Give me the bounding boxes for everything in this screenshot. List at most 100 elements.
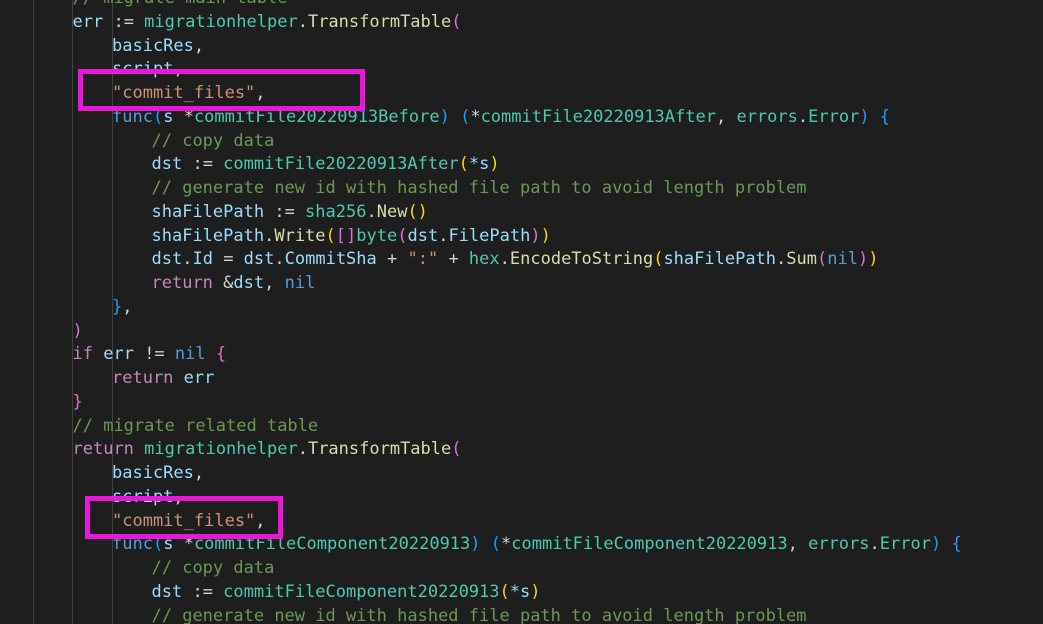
code-line[interactable]: // generate new id with hashed file path…	[152, 604, 807, 624]
code-token: ()	[407, 201, 428, 222]
code-token: )	[530, 225, 541, 246]
code-token: *s	[509, 581, 531, 602]
code-token: ":"	[407, 249, 439, 270]
code-token: {	[215, 344, 227, 365]
code-token: &	[212, 273, 234, 293]
code-token: (	[325, 225, 336, 246]
code-token: *	[501, 534, 512, 555]
code-token: .	[297, 439, 308, 460]
code-token: (	[499, 581, 510, 602]
code-token: .	[776, 249, 787, 270]
code-token: hex	[468, 249, 500, 270]
code-line[interactable]: // migrate related table	[73, 414, 319, 438]
code-token: // copy data	[151, 130, 275, 151]
code-line[interactable]: return &dst, nil	[152, 271, 316, 295]
code-token: migrationhelper	[144, 11, 298, 32]
code-token: sha256	[305, 201, 367, 222]
code-token: )	[489, 154, 500, 175]
code-line[interactable]: return migrationhelper.TransformTable(	[73, 437, 462, 461]
code-token: .	[297, 11, 308, 32]
code-line[interactable]: basicRes,	[112, 34, 204, 58]
code-token: EncodeToString	[509, 249, 654, 270]
code-token: :=	[182, 581, 224, 602]
highlight-box-commit-files-2	[85, 496, 283, 539]
code-token: errors	[808, 534, 870, 555]
code-token: (	[653, 249, 664, 270]
code-line[interactable]: err := migrationhelper.TransformTable(	[73, 10, 462, 34]
code-line[interactable]: // copy data	[152, 129, 275, 153]
code-token: ,	[193, 463, 205, 483]
code-token: )	[439, 106, 461, 127]
code-token: return	[112, 368, 174, 388]
code-token: .	[264, 225, 275, 246]
code-token: New	[376, 201, 408, 222]
code-token: []	[335, 225, 357, 246]
code-line[interactable]: dst := commitFile20220913After(*s)	[152, 152, 500, 176]
code-token: .	[438, 225, 449, 246]
code-token: ,	[122, 296, 133, 317]
code-token: dst	[151, 581, 183, 602]
code-token: Sum	[786, 249, 817, 270]
code-token: commitFile20220913After	[223, 154, 459, 175]
code-token: // generate new id with hashed file path…	[151, 605, 807, 624]
code-token: dst	[151, 154, 183, 175]
indent-guide	[72, 0, 73, 624]
code-token: // migrate related table	[72, 415, 319, 436]
code-token: )	[857, 249, 869, 270]
code-token: .	[499, 249, 510, 270]
code-line[interactable]: basicRes,	[112, 461, 204, 485]
code-token: :=	[182, 154, 224, 175]
code-token: )	[470, 534, 491, 555]
code-token: ,	[715, 106, 737, 127]
code-token: dst	[233, 273, 265, 293]
code-token: (	[397, 225, 408, 246]
code-line[interactable]: dst := commitFileComponent20220913(*s)	[152, 580, 541, 604]
code-token: .	[182, 249, 193, 270]
code-line[interactable]: },	[112, 295, 133, 319]
code-token: (	[458, 154, 469, 175]
code-token: errors	[736, 106, 798, 127]
code-token: }	[112, 296, 123, 317]
code-token: Write	[274, 225, 326, 246]
code-line[interactable]: shaFilePath := sha256.New()	[152, 200, 428, 224]
code-token: nil	[284, 273, 316, 293]
code-token: TransformTable	[307, 439, 452, 460]
code-line[interactable]: // migrate main table	[73, 0, 288, 10]
code-line[interactable]: // generate new id with hashed file path…	[152, 176, 807, 200]
code-token: {	[951, 534, 962, 555]
code-token: // generate new id with hashed file path…	[151, 178, 807, 198]
code-token: .	[274, 249, 285, 270]
code-token: shaFilePath	[663, 249, 777, 270]
code-line[interactable]: shaFilePath.Write([]byte(dst.FilePath))	[152, 224, 551, 248]
code-line[interactable]: }	[73, 390, 83, 414]
code-token: .	[366, 201, 377, 222]
code-line[interactable]: // copy data	[152, 556, 275, 580]
code-token: TransformTable	[307, 11, 452, 32]
code-token: )	[930, 534, 952, 555]
code-line[interactable]: return err	[112, 366, 214, 390]
code-token: err	[183, 368, 215, 388]
code-token: +	[438, 249, 469, 270]
code-token: dst	[243, 249, 275, 270]
code-token: )	[72, 320, 83, 341]
code-token: // copy data	[151, 558, 275, 578]
code-line[interactable]: if err != nil {	[73, 342, 227, 366]
code-token: FilePath	[448, 225, 531, 246]
code-token: (	[451, 439, 462, 460]
code-token: ,	[264, 273, 285, 293]
code-token: err	[72, 11, 104, 32]
code-editor[interactable]: // migrate main table err := migrationhel…	[0, 0, 1043, 624]
code-token: Error	[808, 106, 860, 127]
code-token: commitFile20220913After	[480, 106, 716, 127]
code-line[interactable]: )	[73, 319, 83, 343]
code-token: (	[460, 106, 471, 127]
code-line[interactable]: dst.Id = dst.CommitSha + ":" + hex.Encod…	[152, 247, 879, 271]
code-token: dst	[151, 249, 183, 270]
code-token: .	[869, 534, 880, 555]
code-token: byte	[356, 225, 398, 246]
code-token: +	[376, 249, 408, 270]
code-token: // migrate main table	[73, 0, 288, 8]
